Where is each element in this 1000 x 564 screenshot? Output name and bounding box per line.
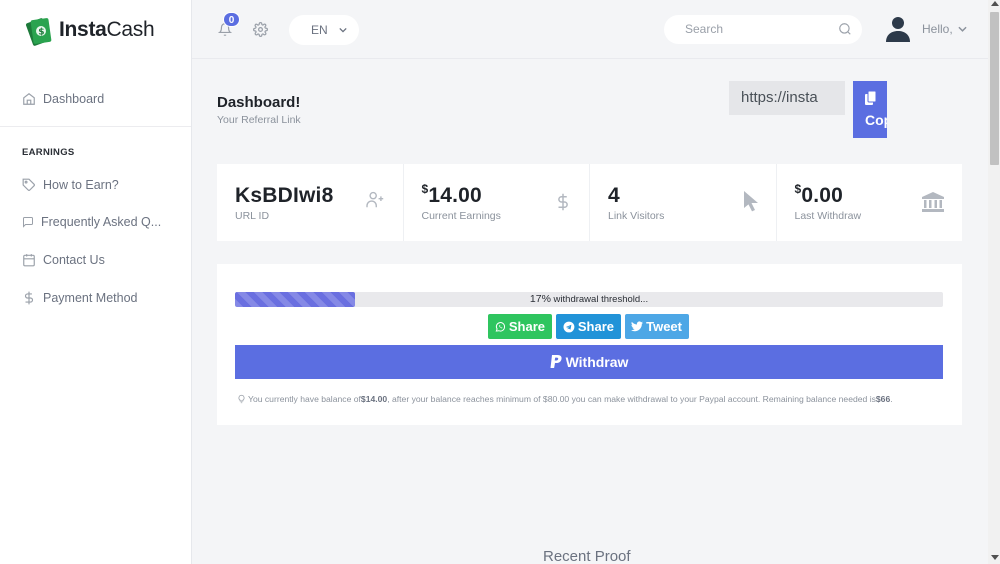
share-buttons: Share Share Tweet (488, 314, 693, 339)
stat-value: 4 (608, 184, 620, 207)
notification-badge: 0 (223, 12, 240, 27)
chevron-down-icon (958, 26, 967, 32)
stat-value: $0.00 (794, 182, 844, 207)
telegram-share-button[interactable]: Share (556, 314, 621, 339)
stat-value: $14.00 (421, 182, 482, 207)
copy-icon (865, 91, 877, 105)
withdraw-button-label: Withdraw (565, 354, 629, 370)
sidebar-item-dashboard[interactable]: Dashboard (22, 92, 104, 106)
search-input[interactable]: Search (664, 15, 862, 44)
add-user-icon (365, 191, 383, 208)
home-icon (23, 93, 35, 105)
gear-icon[interactable] (253, 22, 268, 42)
copy-button[interactable]: Copy (853, 81, 887, 138)
search-placeholder: Search (685, 22, 724, 36)
twitter-tweet-label: Tweet (646, 319, 682, 334)
withdrawal-progress-bar: 17% withdrawal threshold... (235, 292, 943, 307)
dollar-icon (24, 291, 34, 305)
sidebar-section-heading: EARNINGS (22, 147, 75, 158)
progress-text: 17% withdrawal threshold... (529, 293, 649, 305)
language-select[interactable]: EN (289, 15, 359, 45)
stat-card-current-earnings: $14.00 Current Earnings (404, 164, 590, 241)
stat-card-last-withdraw: $0.00 Last Withdraw (777, 164, 963, 241)
lightbulb-icon (238, 394, 245, 404)
telegram-share-label: Share (577, 319, 614, 334)
stat-card-url-id: KsBDIwi8 URL ID (217, 164, 404, 241)
stat-value: KsBDIwi8 (235, 184, 334, 207)
user-menu[interactable]: Hello, (922, 22, 967, 36)
twitter-tweet-button[interactable]: Tweet (625, 314, 689, 339)
paypal-icon (550, 355, 562, 368)
scroll-up-arrow-icon[interactable] (991, 1, 999, 6)
page-subtitle: Your Referral Link (217, 114, 301, 126)
avatar[interactable] (886, 16, 910, 47)
greeting-text: Hello, (922, 22, 953, 36)
bank-icon (922, 192, 944, 212)
scrollbar-thumb[interactable] (990, 12, 999, 165)
sidebar-item-how-to-earn[interactable]: How to Earn? (22, 178, 119, 192)
sidebar-item-label: How to Earn? (43, 178, 119, 192)
stat-card-link-visitors: 4 Link Visitors (590, 164, 777, 241)
brand-name: InstaCash (59, 18, 155, 41)
withdraw-panel: 17% withdrawal threshold... Share Share … (217, 264, 962, 425)
calendar-icon (23, 254, 35, 267)
telegram-icon (563, 321, 575, 332)
twitter-icon (631, 321, 644, 332)
recent-proof-heading: Recent Proof (543, 548, 631, 564)
chat-icon (23, 217, 33, 228)
stat-label: URL ID (235, 210, 270, 222)
sidebar: $ InstaCash Dashboard EARNINGS How to Ea… (0, 0, 192, 564)
whatsapp-share-button[interactable]: Share (488, 314, 552, 339)
dollar-icon (558, 193, 568, 211)
page-title: Dashboard! (217, 94, 301, 111)
language-value: EN (311, 23, 328, 37)
whatsapp-share-label: Share (508, 319, 545, 334)
scroll-down-arrow-icon[interactable] (991, 555, 999, 560)
whatsapp-icon (495, 321, 505, 332)
sidebar-item-contact-us[interactable]: Contact Us (22, 253, 105, 267)
withdraw-button[interactable]: Withdraw (235, 345, 943, 379)
sidebar-item-label: Dashboard (43, 92, 105, 106)
copy-button-label: Copy (865, 112, 887, 128)
stats-row: KsBDIwi8 URL ID $14.00 Current Earnings … (217, 164, 962, 241)
money-icon: $ (25, 14, 57, 46)
svg-text:$: $ (38, 28, 44, 38)
stat-label: Current Earnings (421, 210, 501, 222)
stat-label: Link Visitors (608, 210, 665, 222)
search-icon[interactable] (838, 22, 852, 36)
sidebar-item-label: Payment Method (43, 291, 138, 305)
cursor-icon (743, 191, 758, 212)
sidebar-item-label: Frequently Asked Q... (41, 215, 162, 229)
tag-icon (22, 178, 35, 191)
stat-label: Last Withdraw (794, 210, 862, 222)
brand-logo[interactable]: $ InstaCash (25, 14, 155, 46)
chevron-down-icon (339, 27, 347, 33)
sidebar-item-payment-method[interactable]: Payment Method (22, 289, 138, 307)
sidebar-item-label: Contact Us (43, 253, 105, 267)
balance-note: You currently have balance of $14.00, af… (237, 394, 893, 404)
sidebar-divider (0, 126, 191, 127)
referral-link-field[interactable]: https://insta (729, 81, 845, 115)
sidebar-item-faq[interactable]: Frequently Asked Q... (22, 215, 161, 229)
